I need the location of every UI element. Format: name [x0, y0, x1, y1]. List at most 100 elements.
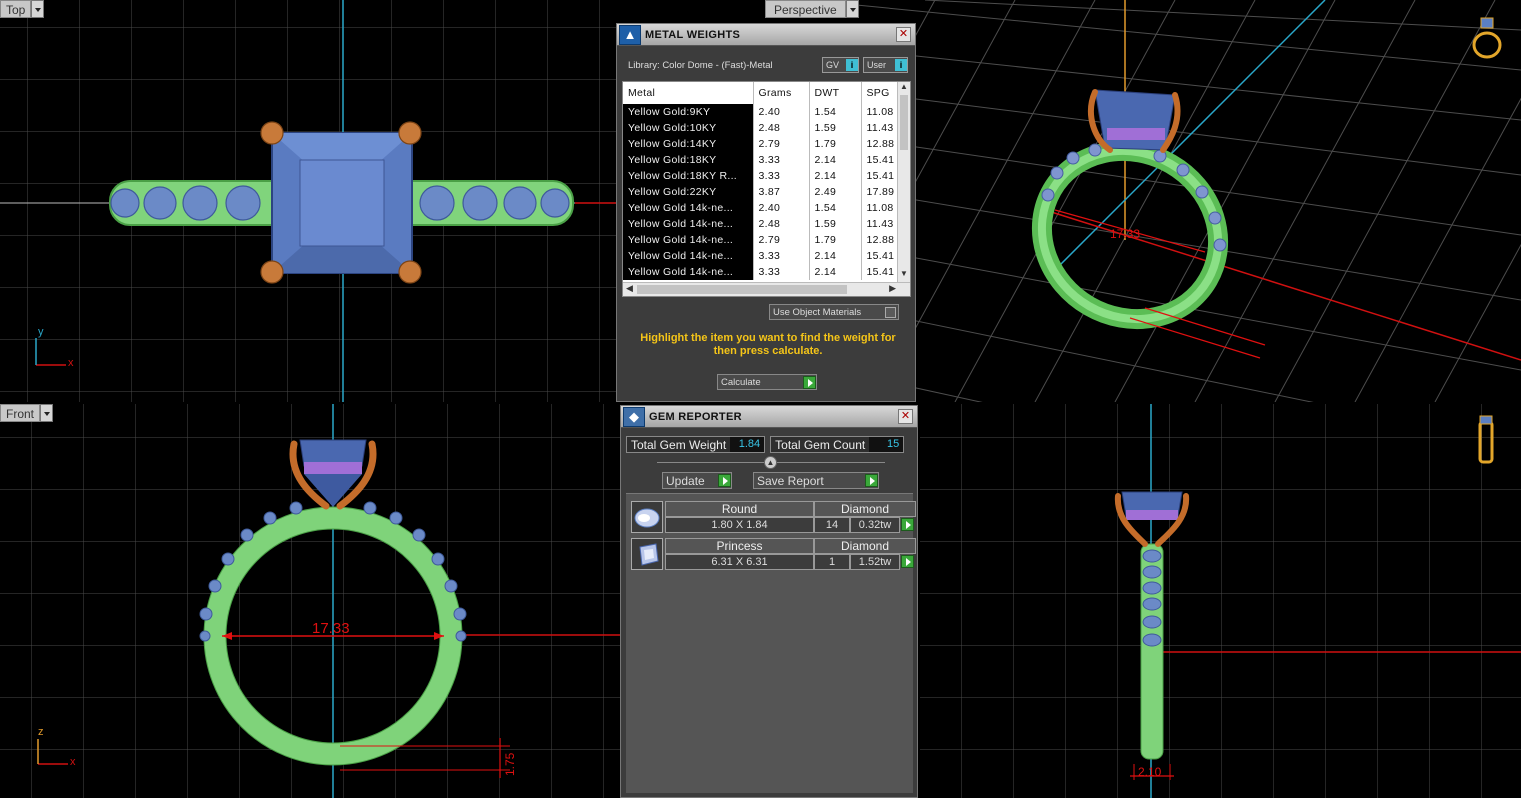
- table-row[interactable]: Yellow Gold:14KY 2.79 1.79 12.88: [623, 136, 900, 152]
- table-cell: 1.54: [809, 104, 862, 120]
- table-row[interactable]: Yellow Gold:22KY 3.87 2.49 17.89: [623, 184, 900, 200]
- table-row[interactable]: Yellow Gold 14k-ne... 2.40 1.54 11.08: [623, 200, 900, 216]
- table-row[interactable]: Yellow Gold:10KY 2.48 1.59 11.43: [623, 120, 900, 136]
- table-cell: 3.33: [753, 264, 810, 280]
- play-arrow-icon[interactable]: [901, 555, 914, 568]
- table-row[interactable]: Yellow Gold:18KY R... 3.33 2.14 15.41: [623, 168, 900, 184]
- table-cell: 2.14: [809, 152, 862, 168]
- table-cell: 15.41: [861, 248, 900, 264]
- play-arrow-icon: [865, 474, 878, 487]
- gem-size: 1.80 X 1.84: [665, 517, 814, 533]
- table-cell: 11.43: [861, 120, 900, 136]
- total-gem-weight: Total Gem Weight 1.84: [626, 436, 766, 453]
- horizontal-scrollbar[interactable]: ◀ ▶: [623, 282, 910, 296]
- close-icon[interactable]: ✕: [898, 409, 913, 424]
- table-cell: 2.79: [753, 136, 810, 152]
- viewport-perspective-label[interactable]: Perspective: [765, 0, 859, 18]
- chevron-down-icon[interactable]: [40, 404, 54, 422]
- total-weight-value: 1.84: [730, 437, 765, 452]
- viewport-top[interactable]: y x Top: [0, 0, 616, 402]
- table-row[interactable]: Yellow Gold 14k-ne... 2.48 1.59 11.43: [623, 216, 900, 232]
- table-cell: 2.40: [753, 104, 810, 120]
- table-row[interactable]: Yellow Gold 14k-ne... 2.79 1.79 12.88: [623, 232, 900, 248]
- collapse-icon[interactable]: ▲: [764, 456, 777, 469]
- gem-weight: 0.32tw: [850, 517, 900, 533]
- column-header-spg[interactable]: SPG: [861, 82, 900, 104]
- table-cell: 2.79: [753, 232, 810, 248]
- calculate-button[interactable]: Calculate: [717, 374, 817, 390]
- gem-weight: 1.52tw: [850, 554, 900, 570]
- viewport-top-name: Top: [0, 0, 32, 18]
- viewport-front-name: Front: [0, 404, 41, 422]
- total-weight-label: Total Gem Weight: [631, 437, 727, 452]
- table-cell: 12.88: [861, 232, 900, 248]
- update-label: Update: [666, 473, 705, 488]
- column-header-metal[interactable]: Metal: [623, 82, 754, 104]
- column-header-dwt[interactable]: DWT: [809, 82, 862, 104]
- table-cell: 3.33: [753, 152, 810, 168]
- gem-count: 14: [814, 517, 850, 533]
- table-cell: Yellow Gold 14k-ne...: [623, 216, 754, 232]
- update-button[interactable]: Update: [662, 472, 732, 489]
- metal-table-container[interactable]: Metal Grams DWT SPG Yellow Gold:9KY 2.40 1.54…: [622, 81, 911, 297]
- metal-weights-title: METAL WEIGHTS: [645, 28, 741, 41]
- gem-reporter-panel: ◆ GEM REPORTER ✕ Total Gem Weight 1.84 T…: [620, 405, 918, 798]
- vertical-scrollbar[interactable]: ▲ ▼: [897, 82, 910, 282]
- table-cell: 2.40: [753, 200, 810, 216]
- grid: 17.33 1.75: [0, 404, 620, 798]
- viewport-front-label[interactable]: Front: [0, 404, 54, 422]
- perspective-dimension: 17.33: [1110, 227, 1140, 241]
- user-toggle[interactable]: User i: [863, 57, 908, 73]
- metal-weights-titlebar[interactable]: ▲ METAL WEIGHTS ✕: [617, 24, 915, 46]
- table-cell: Yellow Gold:18KY: [623, 152, 754, 168]
- gem-row[interactable]: Princess Diamond 6.31 X 6.31 1 1.52tw: [631, 538, 916, 570]
- gem-list: Round Diamond 1.80 X 1.84 14 0.32tw Princess D…: [626, 493, 916, 793]
- gv-toggle[interactable]: GV i: [822, 57, 859, 73]
- metal-table: Metal Grams DWT SPG Yellow Gold:9KY 2.40 1.54…: [623, 82, 900, 280]
- viewport-front[interactable]: 17.33 1.75 z x Front: [0, 404, 620, 798]
- total-count-label: Total Gem Count: [775, 437, 866, 452]
- viewport-top-label[interactable]: Top: [0, 0, 45, 18]
- save-report-button[interactable]: Save Report: [753, 472, 879, 489]
- table-cell: 1.54: [809, 200, 862, 216]
- axis-y-label: y: [38, 326, 44, 338]
- front-height-dimension: 1.75: [503, 752, 517, 776]
- table-row[interactable]: Yellow Gold:18KY 3.33 2.14 15.41: [623, 152, 900, 168]
- gem-material: Diamond: [814, 501, 916, 517]
- axis-x-label: x: [68, 357, 74, 369]
- use-object-materials-checkbox[interactable]: Use Object Materials: [769, 304, 899, 320]
- column-header-grams[interactable]: Grams: [753, 82, 810, 104]
- table-cell: 3.33: [753, 168, 810, 184]
- table-cell: Yellow Gold 14k-ne...: [623, 264, 754, 280]
- table-row[interactable]: Yellow Gold 14k-ne... 3.33 2.14 15.41: [623, 248, 900, 264]
- gem-material: Diamond: [814, 538, 916, 554]
- grid: 2.10: [920, 404, 1521, 798]
- table-cell: Yellow Gold:22KY: [623, 184, 754, 200]
- table-cell: 3.87: [753, 184, 810, 200]
- gem-reporter-titlebar[interactable]: ◆ GEM REPORTER ✕: [621, 406, 917, 428]
- play-arrow-icon: [718, 474, 731, 487]
- axis-x-label: x: [70, 756, 76, 768]
- gem-size: 6.31 X 6.31: [665, 554, 814, 570]
- total-count-value: 15: [869, 437, 904, 452]
- table-cell: 2.14: [809, 248, 862, 264]
- table-cell: 1.59: [809, 216, 862, 232]
- chevron-down-icon[interactable]: [845, 0, 859, 18]
- close-icon[interactable]: ✕: [896, 27, 911, 42]
- table-row[interactable]: Yellow Gold 14k-ne... 3.33 2.14 15.41: [623, 264, 900, 280]
- table-cell: Yellow Gold 14k-ne...: [623, 232, 754, 248]
- gem-reporter-title: GEM REPORTER: [649, 410, 742, 423]
- ring-view-gizmo-icon[interactable]: [1472, 17, 1502, 59]
- table-cell: Yellow Gold:10KY: [623, 120, 754, 136]
- play-arrow-icon[interactable]: [901, 518, 914, 531]
- table-cell: 12.88: [861, 136, 900, 152]
- gem-row[interactable]: Round Diamond 1.80 X 1.84 14 0.32tw: [631, 501, 916, 533]
- chevron-down-icon[interactable]: [31, 0, 45, 18]
- viewport-side[interactable]: 2.10: [920, 404, 1521, 798]
- princess-gem-icon: [631, 538, 663, 570]
- calculate-label: Calculate: [721, 376, 761, 388]
- table-row[interactable]: Yellow Gold:9KY 2.40 1.54 11.08: [623, 104, 900, 120]
- checkbox-icon: [885, 306, 896, 318]
- save-report-label: Save Report: [757, 473, 824, 488]
- round-gem-icon: [631, 501, 663, 533]
